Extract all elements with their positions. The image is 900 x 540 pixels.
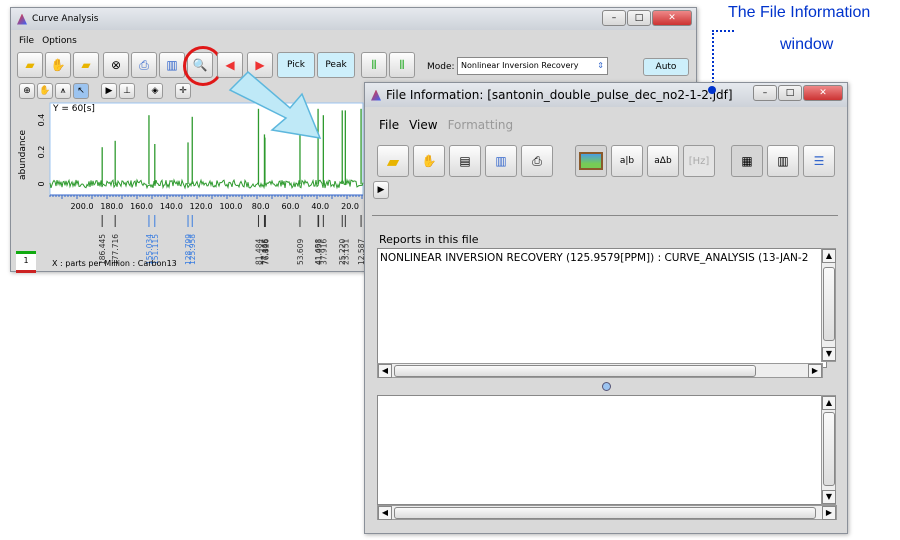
title-bar: File Information: [santonin_double_pulse… — [365, 83, 847, 107]
peak-label: 125.958 — [188, 234, 197, 265]
menu-options[interactable]: Options — [42, 36, 77, 46]
x-tick-label: 40.0 — [311, 202, 329, 211]
file-information-window: File Information: [santonin_double_pulse… — [364, 82, 848, 534]
detail-vertical-scrollbar[interactable]: ▲ ▼ — [821, 395, 836, 505]
layout-table-button[interactable]: ▦ — [731, 145, 763, 177]
expand-arrow-button[interactable]: ▶ — [373, 181, 389, 199]
maximize-button[interactable]: □ — [627, 10, 651, 26]
app-logo-icon — [371, 90, 381, 101]
report-horizontal-scrollbar[interactable]: ◀ ▶ — [377, 363, 823, 378]
maximize-button[interactable]: □ — [778, 85, 802, 101]
x-axis-label: X : parts per Million : Carbon13 — [52, 259, 177, 268]
y-tick-label: 0.2 — [37, 146, 46, 159]
delta-button[interactable]: aΔb — [647, 145, 679, 177]
peak-left-button[interactable]: ⫴ — [361, 52, 387, 78]
chart-data-button[interactable]: ▥ — [159, 52, 185, 78]
copy-hand-button[interactable]: ✋ — [413, 145, 445, 177]
close-button[interactable]: ✕ — [803, 85, 843, 101]
menu-formatting: Formatting — [448, 118, 514, 132]
x-tick-label: 20.0 — [341, 202, 359, 211]
stop-button[interactable]: ⊗ — [103, 52, 129, 78]
y-value-label: Y = 60[s] — [53, 104, 95, 114]
mode-label: Mode: — [427, 62, 455, 72]
menu-file[interactable]: File — [19, 36, 34, 46]
title-bar: Curve Analysis – □ ✕ — [11, 8, 696, 30]
window-title: Curve Analysis — [32, 14, 99, 24]
x-tick-label: 180.0 — [100, 202, 123, 211]
peak-label: 53.609 — [296, 239, 305, 265]
x-tick-label: 200.0 — [71, 202, 94, 211]
callout-arrow — [220, 60, 350, 150]
close-button[interactable]: ✕ — [652, 10, 692, 26]
print-button[interactable]: ⎙ — [131, 52, 157, 78]
page-number: 1 — [23, 256, 28, 265]
x-tick-label: 120.0 — [190, 202, 213, 211]
annotation-title: The File Information — [728, 4, 870, 22]
spinner-icon: ⇕ — [597, 58, 604, 74]
peak-label: 37.916 — [319, 239, 328, 265]
annotation-leader — [712, 30, 734, 90]
peak-right-button[interactable]: ⫴ — [389, 52, 415, 78]
splitter-handle[interactable] — [602, 382, 611, 391]
page-indicator[interactable]: 1 — [16, 251, 36, 273]
annotation-dot — [708, 86, 716, 94]
save-chart-button[interactable]: ▥ — [485, 145, 517, 177]
ajb-button[interactable]: a|b — [611, 145, 643, 177]
detail-horizontal-scrollbar[interactable]: ◀ ▶ — [377, 505, 837, 520]
print-button[interactable]: ⎙ — [521, 145, 553, 177]
mode-select[interactable]: Nonlinear Inversion Recovery ⇕ — [457, 57, 608, 75]
peak-label: 76.826 — [261, 239, 270, 265]
hz-button: [Hz] — [683, 145, 715, 177]
x-tick-label: 140.0 — [160, 202, 183, 211]
app-logo-icon — [17, 14, 27, 25]
x-tick-label: 160.0 — [130, 202, 153, 211]
layout-columns-button[interactable]: ▥ — [767, 145, 799, 177]
y-tick-label: 0 — [37, 181, 46, 186]
image-button[interactable] — [575, 145, 607, 177]
x-tick-label: 60.0 — [282, 202, 300, 211]
menu-file[interactable]: File — [379, 118, 399, 132]
peak-label: 23.151 — [341, 239, 350, 265]
auto-button[interactable]: Auto — [643, 58, 689, 76]
report-line[interactable]: NONLINEAR INVERSION RECOVERY (125.9579[P… — [380, 252, 808, 264]
form-button[interactable]: ▤ — [449, 145, 481, 177]
list-button[interactable]: ☰ — [803, 145, 835, 177]
mode-value: Nonlinear Inversion Recovery — [461, 61, 579, 70]
window-title: File Information: [santonin_double_pulse… — [386, 88, 733, 102]
section-label: Reports in this file — [379, 233, 479, 246]
y-axis-label: abundance — [18, 130, 28, 180]
reload-folder-button[interactable]: ▰ — [73, 52, 99, 78]
x-tick-label: 80.0 — [252, 202, 270, 211]
hand-tool-button[interactable]: ✋ — [45, 52, 71, 78]
report-vertical-scrollbar[interactable]: ▲ ▼ — [821, 248, 836, 362]
minimize-button[interactable]: – — [753, 85, 777, 101]
y-tick-label: 0.4 — [37, 114, 46, 127]
open-folder-button[interactable]: ▰ — [17, 52, 43, 78]
menu-view[interactable]: View — [409, 118, 437, 132]
report-list[interactable]: NONLINEAR INVERSION RECOVERY (125.9579[P… — [377, 248, 827, 368]
annotation-window: window — [780, 36, 833, 54]
image-icon — [579, 152, 603, 170]
detail-area[interactable] — [377, 395, 823, 505]
open-folder-button[interactable]: ▰ — [377, 145, 409, 177]
minimize-button[interactable]: – — [602, 10, 626, 26]
x-tick-label: 100.0 — [219, 202, 242, 211]
